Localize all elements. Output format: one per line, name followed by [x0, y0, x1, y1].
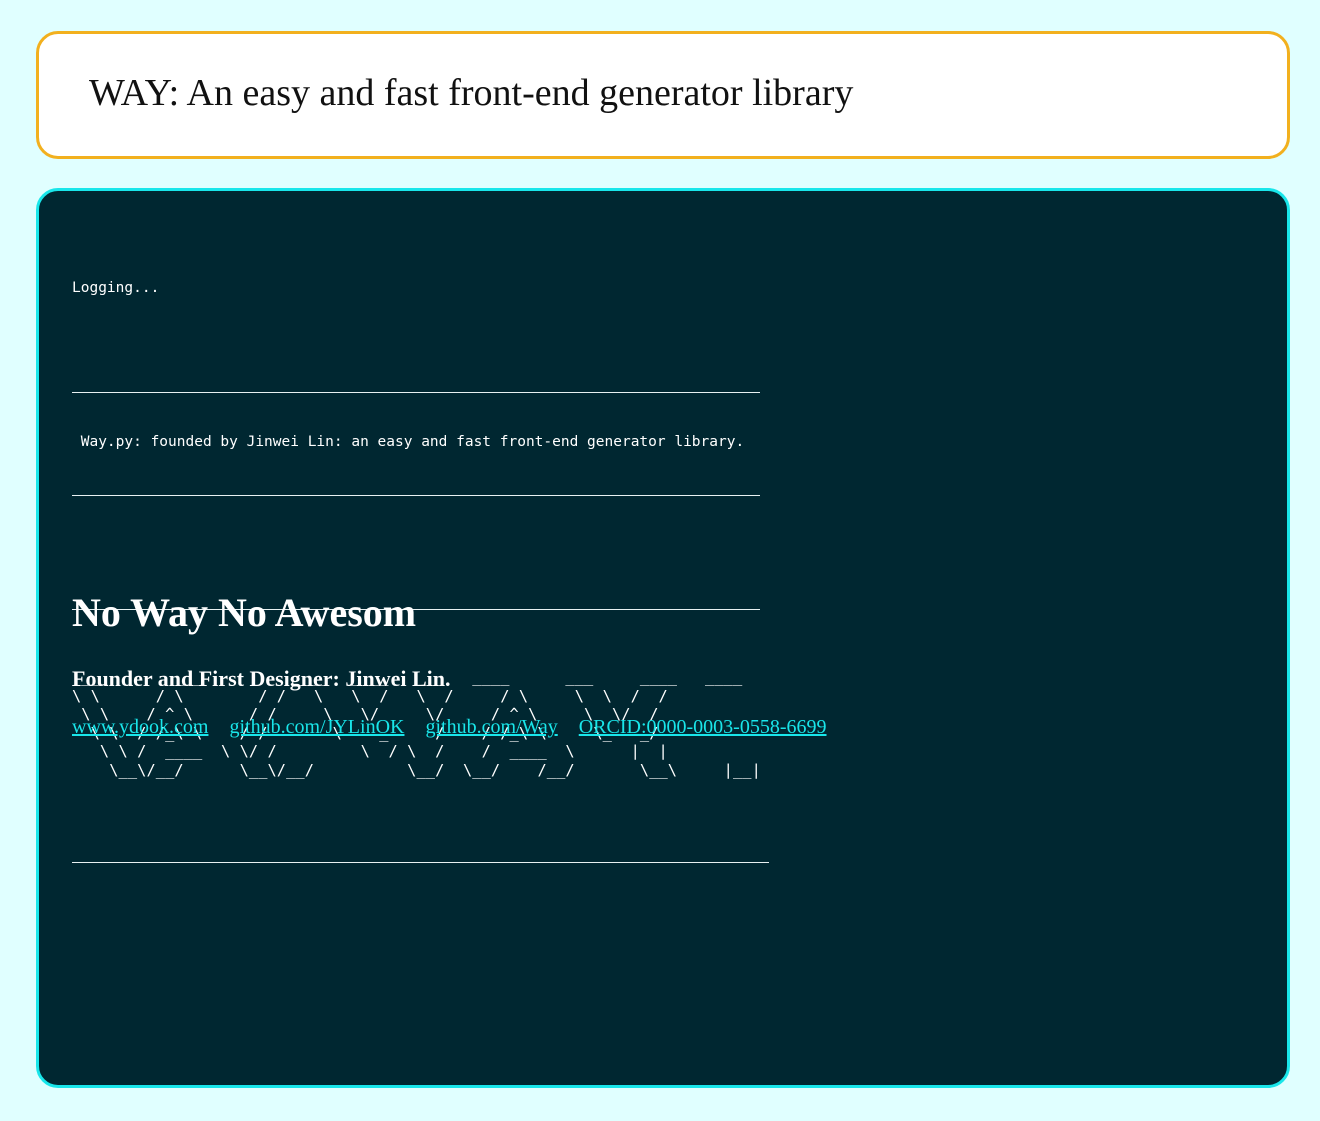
link-orcid[interactable]: ORCID:0000-0003-0558-6699	[579, 716, 827, 738]
logging-line: Logging...	[72, 280, 160, 296]
banner-line: Way.py: founded by Jinwei Lin: an easy a…	[72, 434, 745, 450]
link-github-way[interactable]: github.com/Way	[425, 716, 557, 738]
links-row: www.ydook.com github.com/JYLinOK github.…	[72, 717, 843, 737]
page-title: WAY: An easy and fast front-end generato…	[89, 72, 854, 114]
link-ydook[interactable]: www.ydook.com	[72, 716, 208, 738]
console-output: Logging... Way.py: founded by Jinwei Lin…	[72, 241, 769, 901]
slogan-heading: No Way No Awesom	[72, 590, 417, 635]
divider	[72, 495, 760, 496]
divider	[72, 861, 769, 863]
divider	[72, 392, 760, 393]
link-github-jylinok[interactable]: github.com/JYLinOK	[229, 716, 404, 738]
header-card: WAY: An easy and fast front-end generato…	[36, 31, 1290, 159]
main-panel: Logging... Way.py: founded by Jinwei Lin…	[36, 188, 1290, 1088]
founder-heading: Founder and First Designer: Jinwei Lin.	[72, 666, 451, 691]
